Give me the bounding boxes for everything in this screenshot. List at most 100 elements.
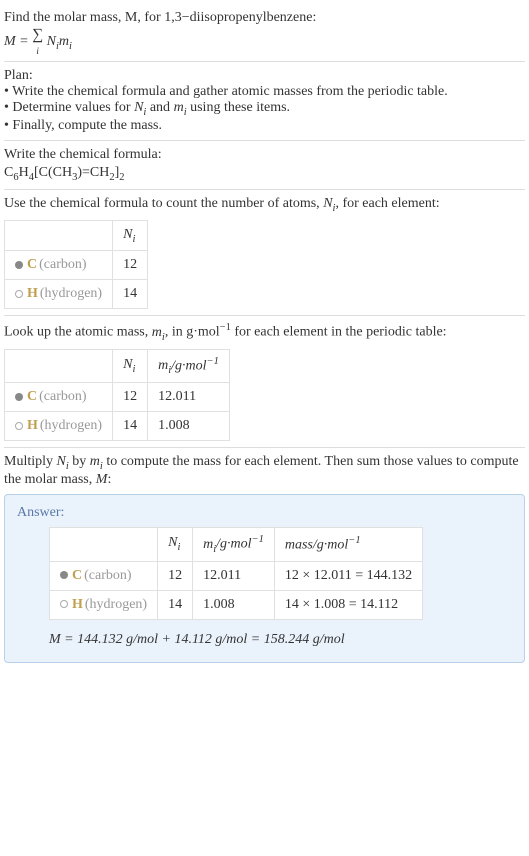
hydrogen-mass: 14 × 1.008 = 14.112 xyxy=(274,590,422,619)
table-header-row: Ni mi/g·mol−1 xyxy=(5,349,230,382)
f-2b: 2 xyxy=(119,172,124,183)
lookup-exp: −1 xyxy=(220,322,231,333)
hydrogen-Ni2: 14 xyxy=(113,412,148,441)
answer-section: Multiply Ni by mi to compute the mass fo… xyxy=(4,448,525,668)
hydrogen-Ni3: 14 xyxy=(158,590,193,619)
hydrogen-symbol3: H xyxy=(72,597,83,612)
carbon-dot-icon xyxy=(15,261,23,269)
element-cell-carbon: C(carbon) xyxy=(5,383,113,412)
hydrogen-dot-icon xyxy=(15,422,23,430)
table-header-row: Ni xyxy=(5,220,148,251)
carbon-name2: (carbon) xyxy=(39,389,86,404)
hydrogen-dot-icon xyxy=(15,290,23,298)
lookup-section: Look up the atomic mass, mi, in g·mol−1 … xyxy=(4,316,525,448)
mi-h-exp: −1 xyxy=(207,356,219,367)
plan2-mid: and xyxy=(146,100,173,115)
element-cell-hydrogen: H(hydrogen) xyxy=(5,280,113,309)
count-suffix: , for each element: xyxy=(335,196,439,211)
answer-label: Answer: xyxy=(17,505,512,521)
mass-h-pre: mass/g·mol xyxy=(285,538,348,553)
write-formula-label: Write the chemical formula: xyxy=(4,147,525,163)
carbon-mass: 12 × 12.011 = 144.132 xyxy=(274,561,422,590)
find-text: Find the molar mass, M, for 1,3−diisopro… xyxy=(4,10,316,25)
table-row: H(hydrogen) 14 1.008 xyxy=(5,412,230,441)
f-H: H xyxy=(19,165,29,180)
m-sym: m xyxy=(59,34,69,49)
plan2-prefix: • Determine values for xyxy=(4,100,134,115)
plan-item-2: • Determine values for Ni and mi using t… xyxy=(4,100,525,118)
Ni-header: Ni xyxy=(113,220,148,251)
Ni-term: Nimi xyxy=(47,34,72,49)
hydrogen-dot-icon xyxy=(60,600,68,608)
mi-header: mi/g·mol−1 xyxy=(193,528,275,561)
carbon-Ni: 12 xyxy=(113,251,148,280)
carbon-mi3: 12.011 xyxy=(193,561,275,590)
hydrogen-mi3: 1.008 xyxy=(193,590,275,619)
f-b2: )=CH xyxy=(77,165,109,180)
count-section: Use the chemical formula to count the nu… xyxy=(4,190,525,317)
carbon-Ni2: 12 xyxy=(113,383,148,412)
mass-header: mass/g·mol−1 xyxy=(274,528,422,561)
blank-header xyxy=(50,528,158,561)
f-C: C xyxy=(4,165,13,180)
count-prefix: Use the chemical formula to count the nu… xyxy=(4,196,323,211)
plan2-suffix: using these items. xyxy=(187,100,290,115)
plan-title: Plan: xyxy=(4,68,525,84)
mult-prefix: Multiply xyxy=(4,454,57,469)
lookup-mid: , in g·mol xyxy=(165,325,220,340)
table-header-row: Ni mi/g·mol−1 mass/g·mol−1 xyxy=(50,528,423,561)
hydrogen-symbol: H xyxy=(27,286,38,301)
element-cell-carbon: C(carbon) xyxy=(50,561,158,590)
carbon-symbol2: C xyxy=(27,389,37,404)
plan-item-1: • Write the chemical formula and gather … xyxy=(4,84,525,100)
formula-section: Write the chemical formula: C6H4[C(CH3)=… xyxy=(4,141,525,190)
equation-1: M = ∑ i Nimi xyxy=(4,28,525,55)
Ni-header: Ni xyxy=(158,528,193,561)
sigma-index: i xyxy=(36,46,39,57)
mi-h-mid: /g·mol xyxy=(171,358,206,373)
chemical-formula: C6H4[C(CH3)=CH2]2 xyxy=(4,165,525,183)
carbon-symbol: C xyxy=(27,257,37,272)
count-line: Use the chemical formula to count the nu… xyxy=(4,196,525,214)
hydrogen-symbol2: H xyxy=(27,418,38,433)
mi-header: mi/g·mol−1 xyxy=(148,349,230,382)
hydrogen-name2: (hydrogen) xyxy=(40,418,102,433)
lookup-prefix: Look up the atomic mass, xyxy=(4,325,152,340)
carbon-dot-icon xyxy=(15,393,23,401)
sigma-symbol: ∑ xyxy=(32,26,43,43)
mass-h-exp: −1 xyxy=(348,535,360,546)
f-b1: [C(CH xyxy=(34,165,72,180)
lookup-suffix: for each element in the periodic table: xyxy=(231,325,447,340)
element-cell-carbon: C(carbon) xyxy=(5,251,113,280)
hydrogen-name: (hydrogen) xyxy=(40,286,102,301)
final-equation: M = 144.132 g/mol + 14.112 g/mol = 158.2… xyxy=(49,632,512,648)
eq-lhs: M = xyxy=(4,34,32,49)
blank-header xyxy=(5,220,113,251)
table-row: C(carbon) 12 12.011 xyxy=(5,383,230,412)
hydrogen-name3: (hydrogen) xyxy=(85,597,147,612)
plan-section: Plan: • Write the chemical formula and g… xyxy=(4,62,525,141)
answer-box: Answer: Ni mi/g·mol−1 mass/g·mol−1 C(car… xyxy=(4,494,525,662)
mi-h-pre3: m xyxy=(203,537,213,552)
find-section: Find the molar mass, M, for 1,3−diisopro… xyxy=(4,4,525,62)
count-table: Ni C(carbon) 12 H(hydrogen) 14 xyxy=(4,220,148,310)
table-row: C(carbon) 12 12.011 12 × 12.011 = 144.13… xyxy=(50,561,423,590)
mult-mid: by xyxy=(69,454,90,469)
element-cell-hydrogen: H(hydrogen) xyxy=(50,590,158,619)
answer-table: Ni mi/g·mol−1 mass/g·mol−1 C(carbon) 12 … xyxy=(49,527,423,619)
table-row: C(carbon) 12 xyxy=(5,251,148,280)
atomic-mass-table: Ni mi/g·mol−1 C(carbon) 12 12.011 H(hydr… xyxy=(4,349,230,441)
blank-header xyxy=(5,349,113,382)
hydrogen-mi: 1.008 xyxy=(148,412,230,441)
hydrogen-Ni: 14 xyxy=(113,280,148,309)
N-sym: N xyxy=(47,34,56,49)
mi-h-exp3: −1 xyxy=(252,534,264,545)
carbon-mi: 12.011 xyxy=(148,383,230,412)
carbon-Ni3: 12 xyxy=(158,561,193,590)
carbon-symbol3: C xyxy=(72,568,82,583)
table-row: H(hydrogen) 14 1.008 14 × 1.008 = 14.112 xyxy=(50,590,423,619)
carbon-dot-icon xyxy=(60,571,68,579)
multiply-line: Multiply Ni by mi to compute the mass fo… xyxy=(4,454,525,488)
lookup-line: Look up the atomic mass, mi, in g·mol−1 … xyxy=(4,322,525,342)
mi-h-pre: m xyxy=(158,358,168,373)
